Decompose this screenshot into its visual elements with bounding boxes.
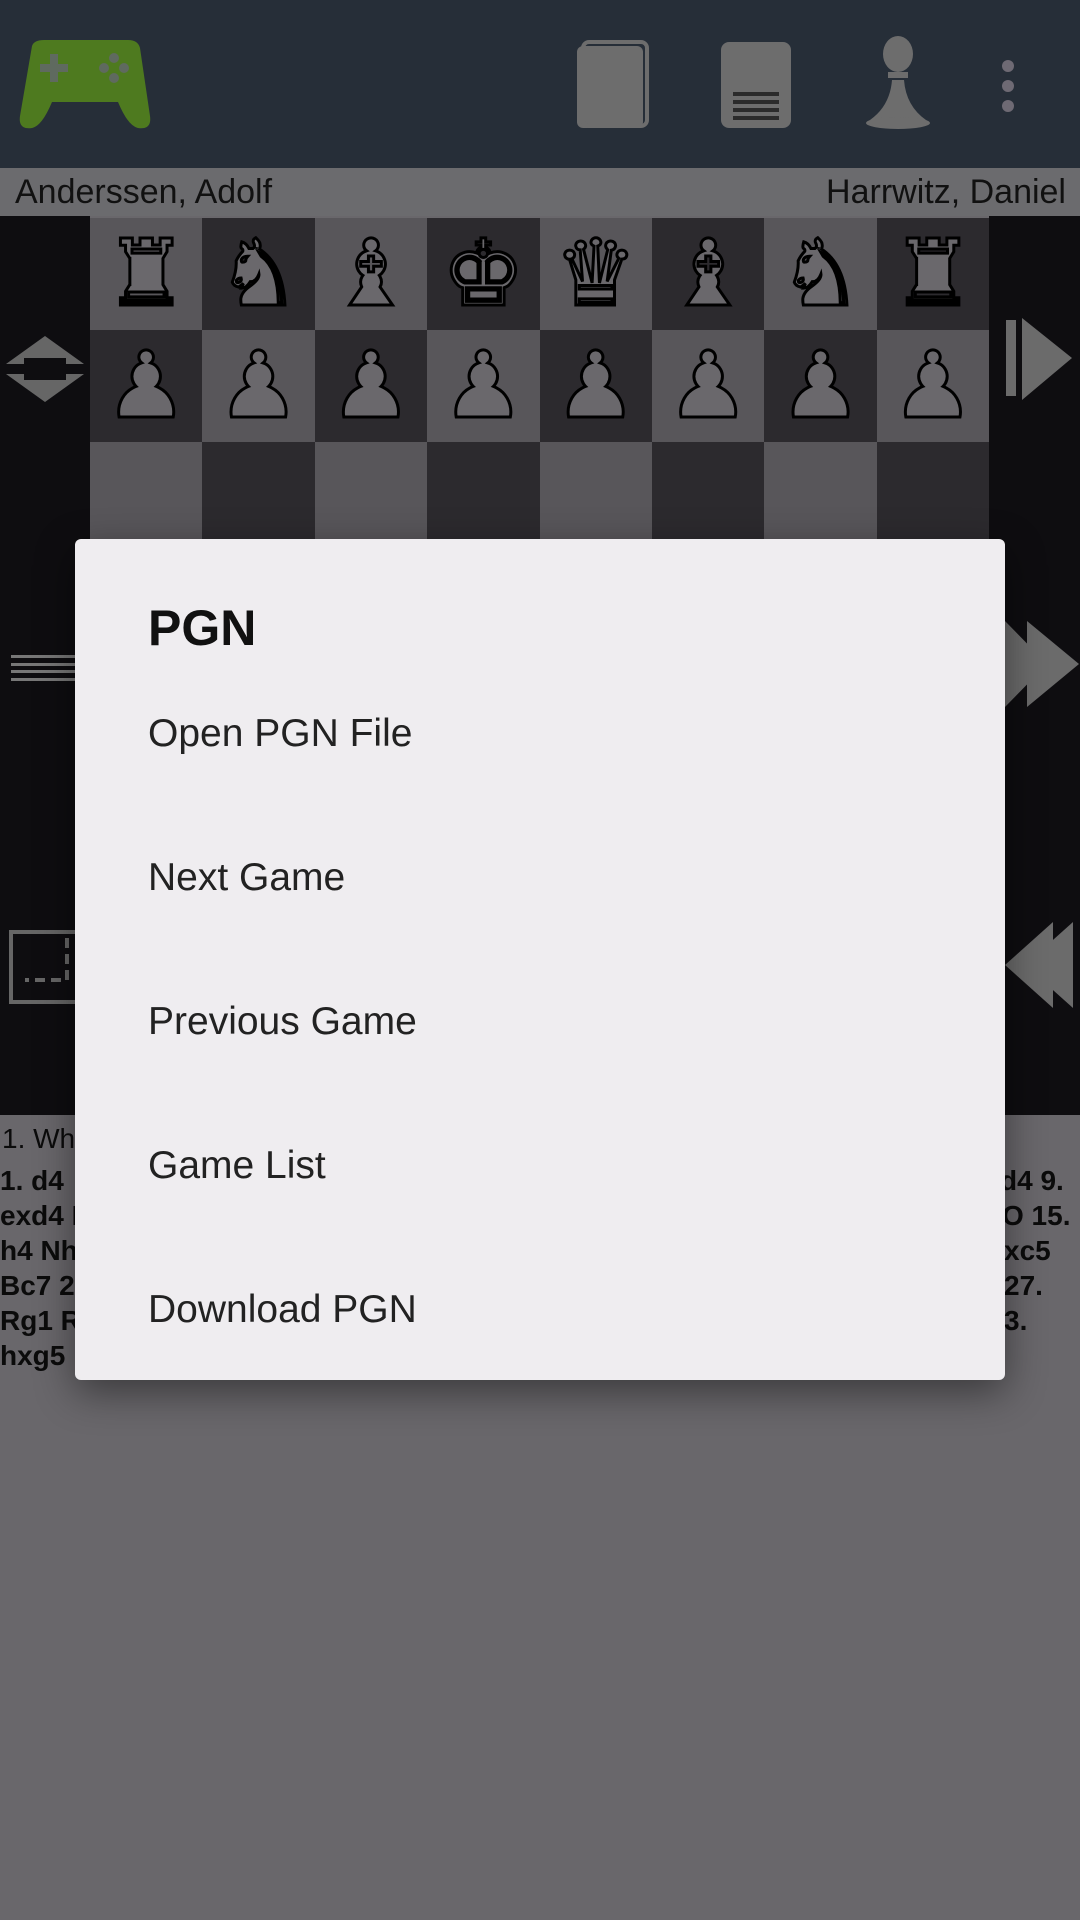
- dialog-title: PGN: [148, 600, 257, 656]
- menu-item-next-game[interactable]: Next Game: [148, 833, 928, 923]
- menu-item-game-list[interactable]: Game List: [148, 1121, 928, 1211]
- menu-item-open-pgn-file[interactable]: Open PGN File: [148, 689, 928, 779]
- menu-item-download-pgn[interactable]: Download PGN: [148, 1265, 928, 1355]
- menu-item-previous-game[interactable]: Previous Game: [148, 977, 928, 1067]
- pgn-dialog: PGN Open PGN File Next Game Previous Gam…: [75, 539, 1005, 1380]
- dialog-scrim[interactable]: PGN Open PGN File Next Game Previous Gam…: [0, 0, 1080, 1920]
